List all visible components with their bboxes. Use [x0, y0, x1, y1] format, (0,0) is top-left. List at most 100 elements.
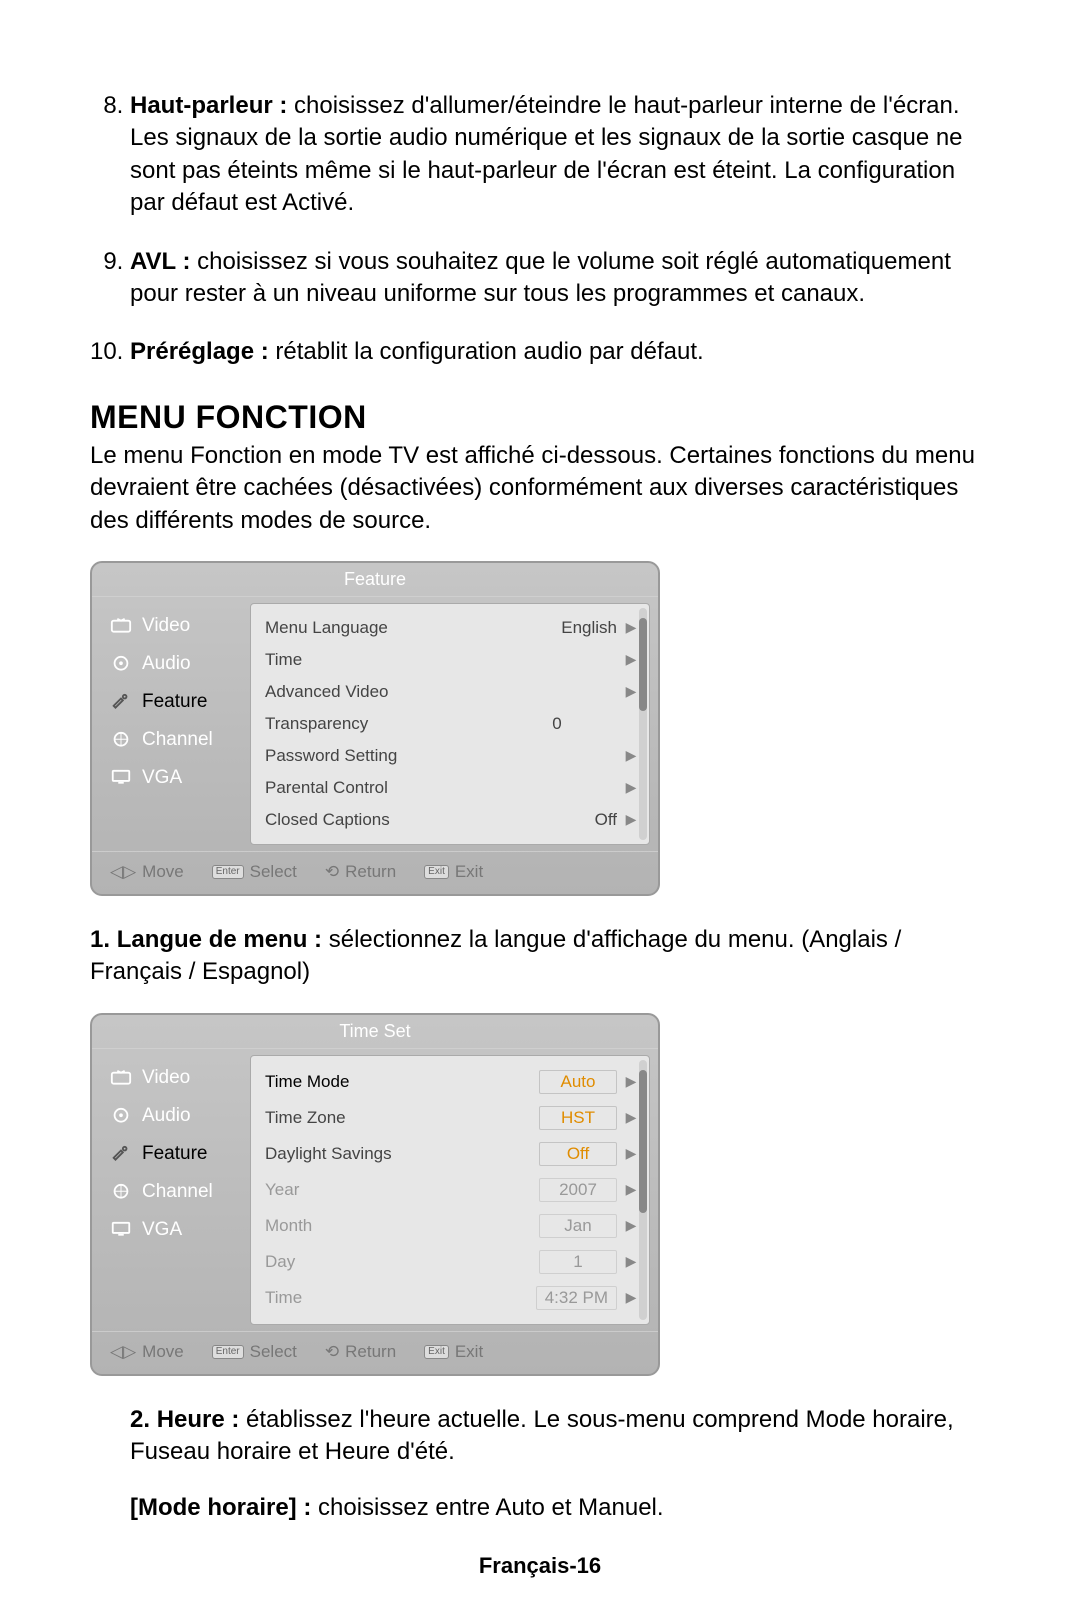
exit-key-icon: Exit [424, 865, 449, 879]
sidebar-item-vga[interactable]: VGA [100, 1211, 250, 1249]
osd-row-parental-control[interactable]: Parental Control ▶ [265, 772, 639, 804]
sidebar-item-vga[interactable]: VGA [100, 759, 250, 797]
row-label: Transparency [265, 714, 497, 734]
osd-scrollbar[interactable] [639, 1060, 647, 1320]
chevron-right-icon: ▶ [623, 1181, 639, 1198]
footer-exit-label: Exit [455, 862, 483, 882]
osd-row-transparency[interactable]: Transparency 0 [265, 708, 639, 740]
osd-body: Video Audio Feature [92, 1049, 658, 1331]
after3-text: choisissez entre Auto et Manuel. [311, 1494, 663, 1521]
value-box: Jan [539, 1214, 617, 1238]
after-item-3: [Mode horaire] : choisissez entre Auto e… [130, 1492, 990, 1524]
row-label: Daylight Savings [265, 1144, 497, 1164]
chevron-right-icon: ▶ [623, 651, 639, 668]
chevron-right-icon: ▶ [623, 1145, 639, 1162]
row-value: 0 [497, 714, 623, 734]
chevron-right-icon: ▶ [623, 1289, 639, 1306]
osd-row-menu-language[interactable]: Menu Language English ▶ [265, 612, 639, 644]
osd-row-year: Year 2007 ▶ [265, 1172, 639, 1208]
sidebar-item-video[interactable]: Video [100, 1059, 250, 1097]
osd-title: Feature [92, 563, 658, 597]
osd-row-time-mode[interactable]: Time Mode Auto ▶ [265, 1064, 639, 1100]
list-item-10: Préréglage : rétablit la configuration a… [130, 336, 990, 368]
row-label: Time Mode [265, 1072, 497, 1092]
sidebar-label-vga: VGA [142, 1219, 182, 1241]
footer-return-label: Return [345, 862, 396, 882]
footer-select-label: Select [250, 1342, 297, 1362]
osd-row-closed-captions[interactable]: Closed Captions Off ▶ [265, 804, 639, 836]
return-icon: ⟲ [325, 862, 339, 882]
after-item-2: 2. Heure : établissez l'heure actuelle. … [130, 1404, 990, 1469]
osd-content: Time Mode Auto ▶ Time Zone HST ▶ Dayligh… [250, 1055, 650, 1325]
item8-head: Haut-parleur : [130, 92, 287, 119]
chevron-right-icon: ▶ [623, 619, 639, 636]
chevron-right-icon: ▶ [623, 1217, 639, 1234]
osd-row-month: Month Jan ▶ [265, 1208, 639, 1244]
globe-icon [110, 1183, 132, 1201]
osd-row-time-zone[interactable]: Time Zone HST ▶ [265, 1100, 639, 1136]
sidebar-label-audio: Audio [142, 1105, 191, 1127]
row-label: Month [265, 1216, 497, 1236]
row-label: Parental Control [265, 778, 497, 798]
item9-head: AVL : [130, 248, 190, 275]
nav-arrows-icon: ◁▷ [110, 862, 136, 882]
sidebar-item-feature[interactable]: Feature [100, 683, 250, 721]
chevron-right-icon: ▶ [623, 1109, 639, 1126]
after2-text: établissez l'heure actuelle. Le sous-men… [130, 1406, 954, 1465]
footer-exit: Exit Exit [424, 862, 483, 882]
sidebar-item-channel[interactable]: Channel [100, 1173, 250, 1211]
value-box: 1 [539, 1250, 617, 1274]
scroll-thumb[interactable] [639, 618, 647, 711]
sidebar-item-channel[interactable]: Channel [100, 721, 250, 759]
after1-num: 1. [90, 926, 110, 953]
item10-head: Préréglage : [130, 338, 269, 365]
osd-title: Time Set [92, 1015, 658, 1049]
footer-return: ⟲ Return [325, 862, 396, 882]
sidebar-label-channel: Channel [142, 1181, 213, 1203]
value-box: 4:32 PM [536, 1286, 617, 1310]
osd-row-daylight-savings[interactable]: Daylight Savings Off ▶ [265, 1136, 639, 1172]
footer-move: ◁▷ Move [110, 862, 184, 882]
osd-row-advanced-video[interactable]: Advanced Video ▶ [265, 676, 639, 708]
row-label: Advanced Video [265, 682, 497, 702]
sidebar-label-channel: Channel [142, 729, 213, 751]
sidebar-item-audio[interactable]: Audio [100, 645, 250, 683]
osd-feature-menu: Feature Video Audio [90, 561, 660, 896]
footer-return: ⟲ Return [325, 1342, 396, 1362]
osd-sidebar: Video Audio Feature [100, 603, 250, 845]
footer-move: ◁▷ Move [110, 1342, 184, 1362]
speaker-icon [110, 655, 132, 673]
row-label: Password Setting [265, 746, 497, 766]
osd-row-password-setting[interactable]: Password Setting ▶ [265, 740, 639, 772]
chevron-right-icon: ▶ [623, 1073, 639, 1090]
row-value: 2007 [497, 1178, 623, 1202]
osd-scrollbar[interactable] [639, 608, 647, 840]
sidebar-label-video: Video [142, 1067, 190, 1089]
sidebar-item-audio[interactable]: Audio [100, 1097, 250, 1135]
chevron-right-icon: ▶ [623, 779, 639, 796]
sidebar-item-feature[interactable]: Feature [100, 1135, 250, 1173]
chevron-right-icon: ▶ [623, 747, 639, 764]
row-value: Off [497, 810, 623, 830]
row-label: Year [265, 1180, 497, 1200]
sidebar-item-video[interactable]: Video [100, 607, 250, 645]
scroll-thumb[interactable] [639, 1070, 647, 1213]
footer-move-label: Move [142, 1342, 184, 1362]
row-value: 4:32 PM [497, 1286, 623, 1310]
osd-content: Menu Language English ▶ Time ▶ Advanced … [250, 603, 650, 845]
row-value: English [497, 618, 623, 638]
footer-exit: Exit Exit [424, 1342, 483, 1362]
page-footer: Français-16 [0, 1553, 1080, 1579]
numbered-list: Haut-parleur : choisissez d'allumer/étei… [90, 90, 990, 369]
enter-key-icon: Enter [212, 865, 244, 879]
osd-footer: ◁▷ Move Enter Select ⟲ Return Exit Exit [92, 1331, 658, 1374]
monitor-icon [110, 1221, 132, 1239]
osd-row-time: Time 4:32 PM ▶ [265, 1280, 639, 1316]
list-item-8: Haut-parleur : choisissez d'allumer/étei… [130, 90, 990, 220]
footer-move-label: Move [142, 862, 184, 882]
nav-arrows-icon: ◁▷ [110, 1342, 136, 1362]
section-heading: MENU FONCTION [90, 399, 990, 436]
osd-row-time[interactable]: Time ▶ [265, 644, 639, 676]
after2-num: 2. [130, 1406, 150, 1433]
enter-key-icon: Enter [212, 1345, 244, 1359]
